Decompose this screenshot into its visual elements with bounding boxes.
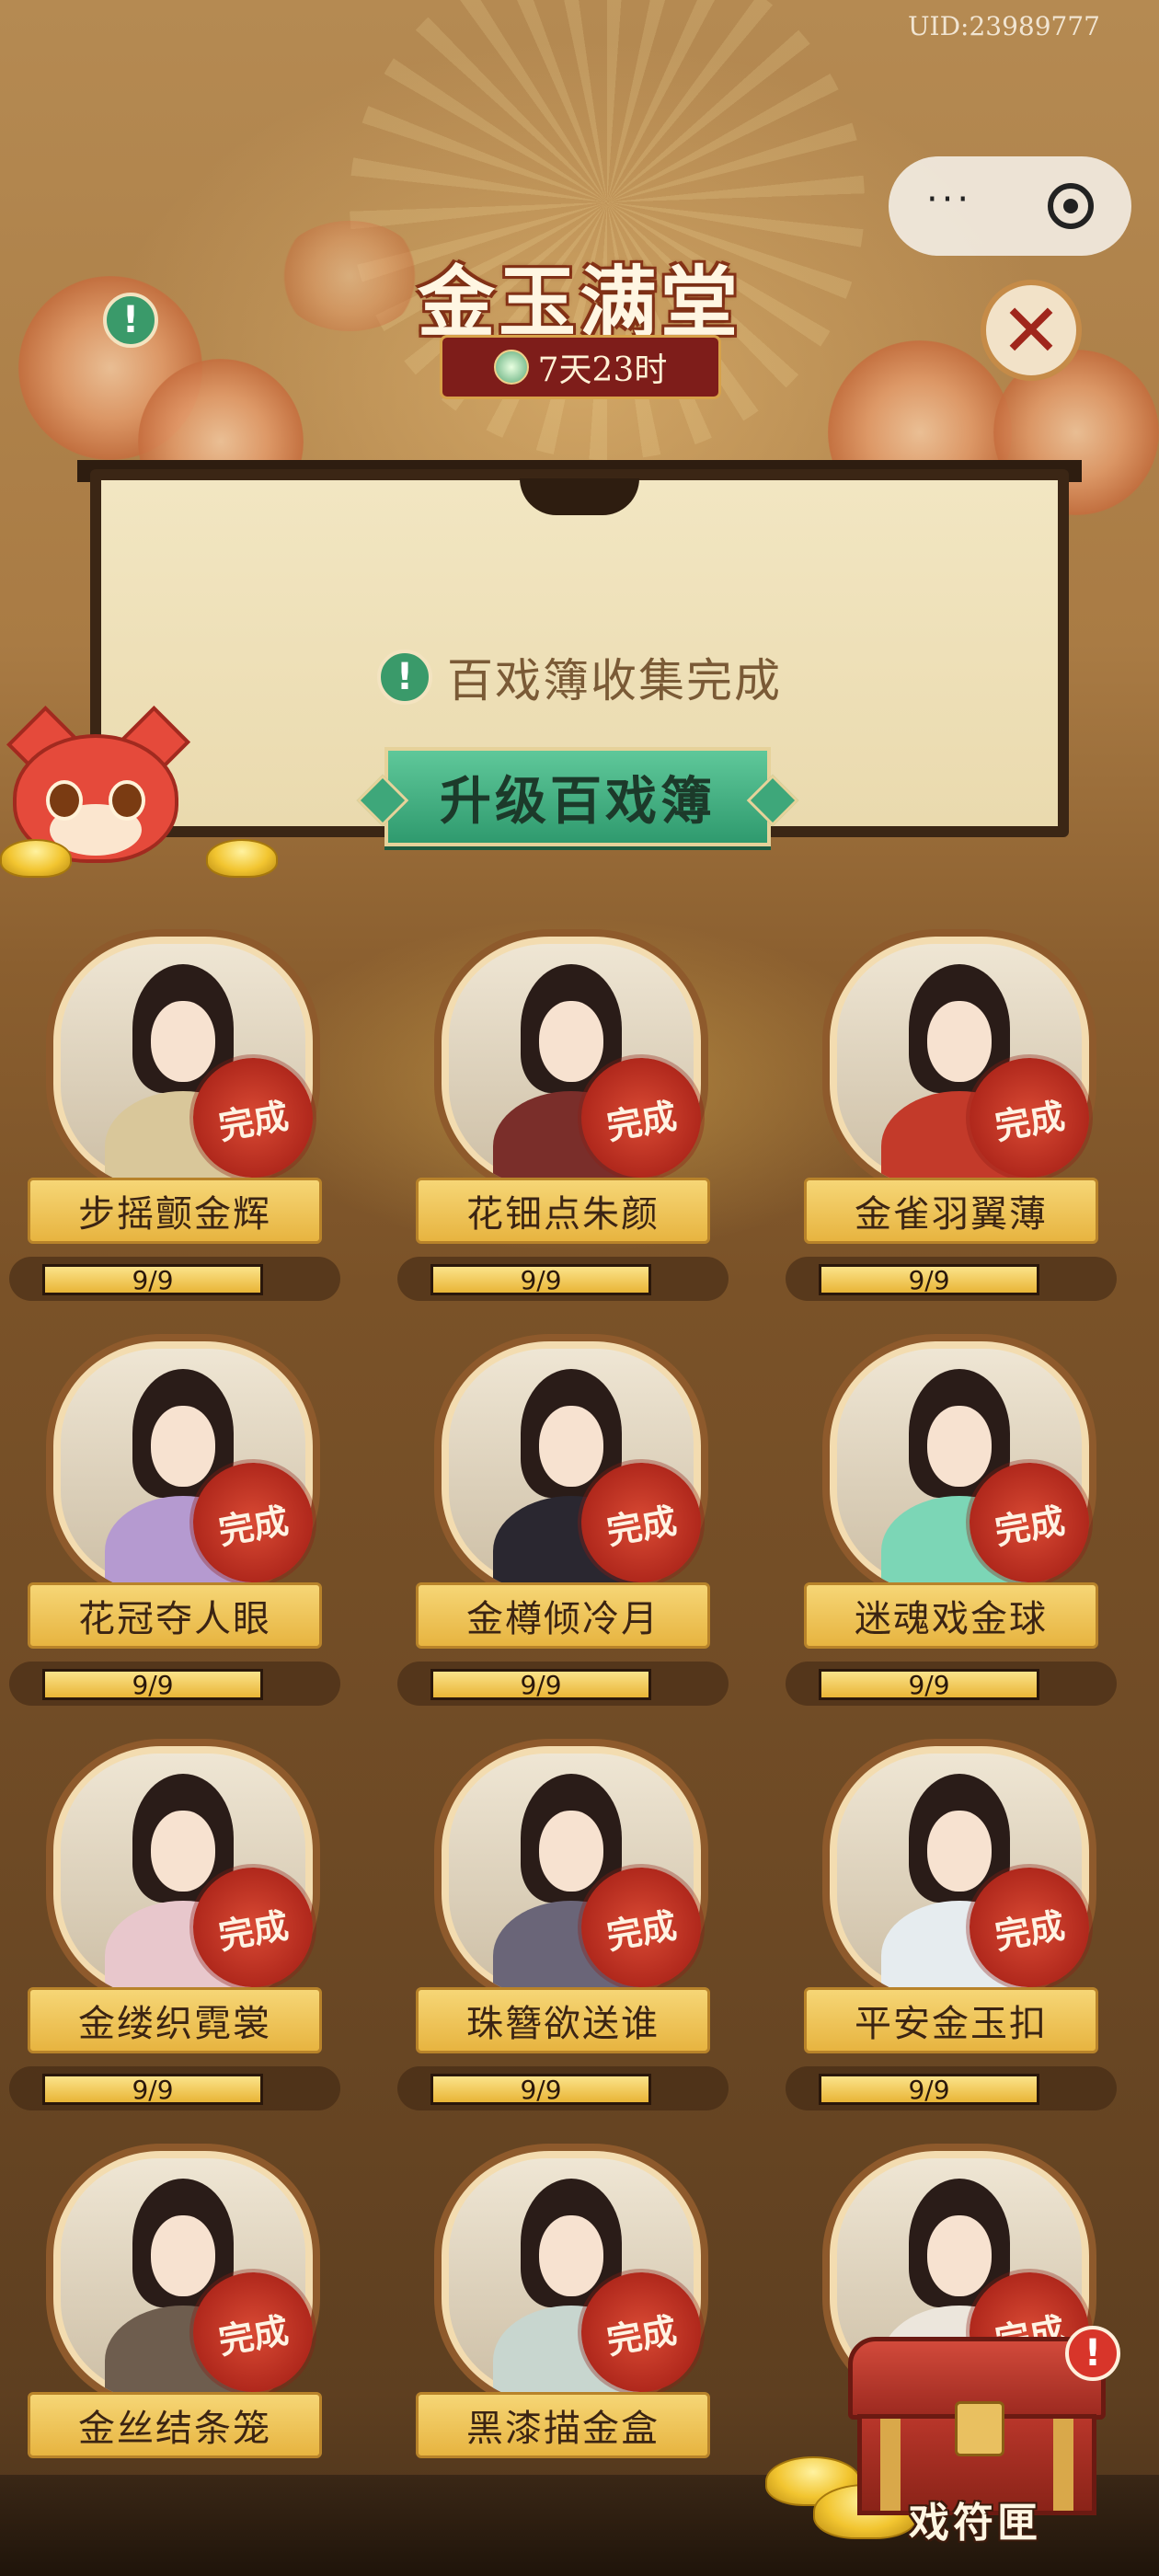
close-button[interactable]: ✕ (981, 280, 1082, 381)
progress-text: 9/9 (908, 1669, 950, 1700)
chest-lock-icon (955, 2401, 1004, 2456)
progress-text: 9/9 (132, 1669, 174, 1700)
event-timer: 7天23时 (440, 335, 721, 399)
timer-text: 7天23时 (537, 351, 668, 389)
more-menu-icon[interactable]: ··· (926, 178, 972, 221)
collection-progress-bar: 9/9 (430, 2074, 651, 2105)
card-name: 花钿点朱颜 (416, 1178, 710, 1244)
portrait-face (151, 2215, 215, 2296)
collection-card[interactable]: 完成 花钿点朱颜 9/9 (397, 929, 747, 1316)
progress-text: 9/9 (132, 2074, 174, 2105)
panel-crest (520, 478, 639, 515)
collection-progress-bar: 9/9 (42, 1264, 263, 1295)
portrait-face (539, 2215, 603, 2296)
collection-card[interactable]: 完成 金缕织霓裳 9/9 (9, 1739, 359, 2125)
gold-ingot-icon (206, 839, 278, 878)
collection-progress-bar: 9/9 (819, 1669, 1039, 1700)
alert-icon: ! (377, 650, 432, 705)
collection-progress-bar: 9/9 (819, 2074, 1039, 2105)
collection-progress-bar: 9/9 (42, 2074, 263, 2105)
card-name: 花冠夺人眼 (28, 1582, 322, 1649)
mascot-eye (46, 780, 83, 821)
card-name: 金樽倾冷月 (416, 1582, 710, 1649)
collection-card[interactable]: 完成 平安金玉扣 9/9 (786, 1739, 1135, 2125)
portrait-face (539, 1406, 603, 1487)
collection-card[interactable]: 完成 珠簪欲送谁 9/9 (397, 1739, 747, 2125)
portrait-face (927, 1811, 992, 1892)
upgrade-book-button[interactable]: 升级百戏簿 (384, 747, 771, 846)
portrait-face (151, 1811, 215, 1892)
portrait-face (151, 1001, 215, 1082)
portrait-face (927, 1001, 992, 1082)
clock-icon (493, 350, 529, 385)
mascot-eye (109, 780, 145, 821)
portrait-face (539, 1001, 603, 1082)
collection-progress-bar: 9/9 (430, 1669, 651, 1700)
card-name: 金缕织霓裳 (28, 1987, 322, 2053)
card-name: 迷魂戏金球 (804, 1582, 1098, 1649)
collection-card[interactable]: 完成 迷魂戏金球 9/9 (786, 1334, 1135, 1720)
chest-label[interactable]: 戏符匣 (883, 2490, 1067, 2548)
progress-text: 9/9 (908, 1264, 950, 1295)
card-name: 步摇颤金辉 (28, 1178, 322, 1244)
card-name: 黑漆描金盒 (416, 2392, 710, 2458)
portrait-face (151, 1406, 215, 1487)
portrait-face (927, 2215, 992, 2296)
card-name: 平安金玉扣 (804, 1987, 1098, 2053)
collection-progress-bar: 9/9 (430, 1264, 651, 1295)
collection-card[interactable]: 完成 花冠夺人眼 9/9 (9, 1334, 359, 1720)
close-miniapp-icon[interactable] (1048, 183, 1095, 229)
collection-card[interactable]: 完成 金雀羽翼薄 9/9 (786, 929, 1135, 1316)
info-alert-icon[interactable]: ! (103, 293, 158, 348)
gold-ingot-icon (0, 839, 72, 878)
card-name: 金丝结条笼 (28, 2392, 322, 2458)
progress-text: 9/9 (520, 2074, 562, 2105)
collection-card[interactable]: 完成 金樽倾冷月 9/9 (397, 1334, 747, 1720)
card-name: 金雀羽翼薄 (804, 1178, 1098, 1244)
portrait-face (539, 1811, 603, 1892)
portrait-face (927, 1406, 992, 1487)
progress-text: 9/9 (908, 2074, 950, 2105)
collection-progress-bar: 9/9 (819, 1264, 1039, 1295)
collection-card[interactable]: 完成 黑漆描金盒 (416, 2144, 747, 2530)
collection-progress-bar: 9/9 (42, 1669, 263, 1700)
collection-status: ! 百戏簿收集完成 (0, 644, 1159, 710)
progress-text: 9/9 (520, 1264, 562, 1295)
collection-status-text: 百戏簿收集完成 (447, 654, 782, 707)
collection-card[interactable]: 完成 步摇颤金辉 9/9 (9, 929, 359, 1316)
collection-card[interactable]: 完成 金丝结条笼 (28, 2144, 359, 2530)
user-id: UID:23989777 (907, 11, 1100, 41)
progress-text: 9/9 (520, 1669, 562, 1700)
card-name: 珠簪欲送谁 (416, 1987, 710, 2053)
chest-alert-icon: ! (1065, 2326, 1120, 2381)
progress-text: 9/9 (132, 1264, 174, 1295)
